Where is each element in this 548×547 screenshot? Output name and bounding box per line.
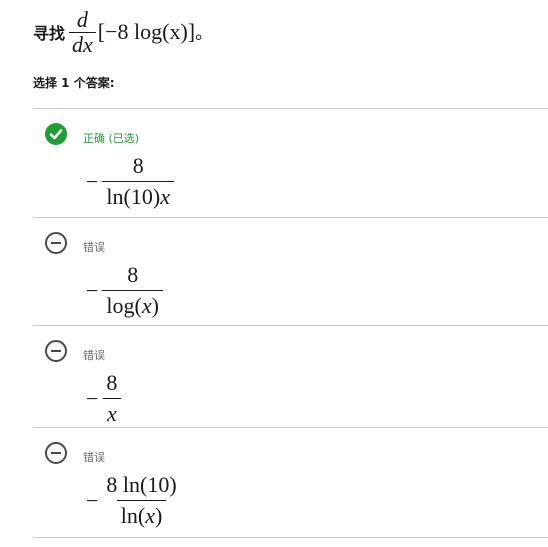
minus-sign: − [86, 385, 99, 411]
answer-expression: − 8 ln(10) ln(x) [86, 470, 181, 531]
answer-choice-3[interactable]: 错误 − 8 x [33, 326, 548, 428]
numerator: 8 [106, 370, 118, 395]
fraction: 8 ln(10) ln(x) [102, 470, 180, 531]
denominator-variable: x [103, 398, 121, 429]
answer-expression: − 8 log(x) [86, 260, 163, 321]
derivative-denominator: dx [69, 31, 96, 57]
fraction: 8 ln(10)x [102, 151, 174, 212]
denominator-text: ln( [120, 503, 146, 528]
denominator-variable: x [160, 184, 170, 209]
denominator-text: log( [106, 293, 142, 318]
minus-sign: − [86, 168, 99, 194]
minus-sign: − [86, 277, 99, 303]
numerator: 8 ln(10) [106, 472, 177, 497]
question-expression: [−8 log(x)] [97, 19, 196, 44]
denominator-tail: ) [151, 293, 159, 318]
minus-circle-icon [45, 442, 67, 464]
answer-expression: − 8 x [86, 368, 121, 429]
derivative-operator: d dx [69, 6, 96, 57]
minus-circle-icon [45, 232, 67, 254]
question-prefix: 寻找 [33, 24, 66, 43]
denominator: ln(x) [116, 500, 167, 531]
status-label: 错误 [83, 451, 105, 464]
instruction-text: 选择 1 个答案: [33, 76, 115, 90]
denominator-variable: x [145, 503, 155, 528]
numerator: 8 [132, 153, 144, 178]
status-label: 错误 [83, 349, 105, 362]
minus-sign: − [86, 487, 99, 513]
answer-expression: − 8 ln(10)x [86, 151, 174, 212]
status-label: 错误 [83, 241, 105, 254]
checkmark-icon [45, 123, 67, 145]
answer-choice-4[interactable]: 错误 − 8 ln(10) ln(x) [33, 428, 548, 538]
numerator: 8 [127, 262, 139, 287]
question-text: 寻找 d dx [−8 log(x)] 。 [33, 2, 213, 62]
answer-choice-1[interactable]: 正确 (已选) − 8 ln(10)x [33, 109, 548, 217]
derivative-numerator: d [76, 6, 88, 32]
denominator: log(x) [102, 290, 163, 321]
denominator-variable: x [141, 293, 152, 318]
fraction: 8 log(x) [102, 260, 163, 321]
fraction: 8 x [102, 368, 121, 429]
denominator: ln(10)x [102, 181, 174, 212]
minus-circle-icon [45, 340, 67, 362]
divider [33, 537, 548, 538]
question-suffix: 。 [195, 23, 214, 44]
answer-choice-2[interactable]: 错误 − 8 log(x) [33, 218, 548, 326]
denominator-tail: ) [155, 503, 163, 528]
denominator-text: ln(10) [106, 184, 161, 209]
status-label: 正确 (已选) [83, 132, 140, 145]
